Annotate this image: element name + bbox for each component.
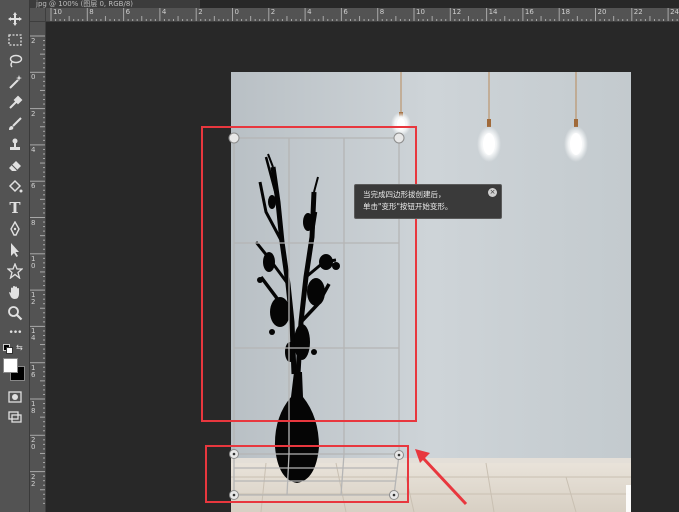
zoom-icon [8,306,23,321]
swap-colors-icon[interactable]: ⇆ [16,343,23,352]
eraser-tool[interactable] [5,157,25,175]
ruler-label: 0 [234,8,239,16]
tooltip-line-2: 单击"变形"按钮开始变形。 [363,202,453,211]
type-icon: T [9,199,21,217]
ruler-label: 8 [379,8,385,16]
tooltip: 当完成四边形拔创建后， 单击"变形"按钮开始变形。 × [354,184,502,219]
ruler-label: 20 [597,8,607,16]
ruler-label: 18 [561,8,571,16]
eraser-icon [9,161,21,171]
ruler-label: 16 [524,8,534,16]
ruler-label: 10 [53,8,62,16]
eyedropper-tool[interactable] [5,94,25,112]
ruler-label: 4 [161,8,167,16]
ruler-label: 1 8 [31,400,36,415]
more-tools[interactable]: ••• [5,324,25,342]
pen-icon [10,221,20,236]
marquee-tool[interactable] [5,31,25,49]
ruler-label: 12 [452,8,462,16]
ruler-label: 4 [307,8,312,16]
close-icon[interactable]: × [488,188,497,197]
canvas-area[interactable]: 当完成四边形拔创建后， 单击"变形"按钮开始变形。 × [46,22,679,512]
ruler-label: 1 6 [31,363,36,379]
type-tool[interactable]: T [5,199,25,217]
pen-tool[interactable] [5,220,25,238]
quick-mask-button[interactable] [5,388,25,406]
ruler-label: 8 [31,218,36,227]
vertical-ruler[interactable]: 2 0 2 4 6 8 1 0 1 2 1 4 1 6 1 8 2 0 2 2 [30,8,46,512]
ruler-label: 6 [343,8,348,16]
ruler-origin[interactable] [30,8,46,22]
stamp-icon [10,138,20,150]
tooltip-line-1: 当完成四边形拔创建后， [363,190,446,199]
ruler-label: 6 [31,182,36,191]
ruler-label: 8 [89,8,94,16]
ruler-label: 1 4 [31,327,36,343]
marquee-icon [8,34,22,46]
ruler-label: 2 0 [31,436,36,452]
brush-icon [9,117,22,130]
screen-mode-icon [8,411,22,423]
ruler-label: 2 [31,109,36,118]
default-colors-icon[interactable] [3,344,13,354]
ruler-label: 24 [670,8,679,16]
highlight-box-bottom [205,445,409,503]
ruler-label: 2 2 [31,472,36,488]
hand-icon [9,286,19,299]
highlight-box-top [201,126,417,422]
arrow-icon [11,243,19,257]
quick-mask-icon [8,391,22,403]
move-icon [8,12,22,26]
zoom-tool[interactable] [5,304,25,322]
eyedropper-icon [9,95,23,109]
horizontal-ruler[interactable]: 10 8 6 4 2 0 2 4 6 8 10 12 14 16 18 20 22 24 [46,8,679,22]
ruler-label: 0 [31,73,36,82]
lasso-icon [9,54,23,68]
shape-icon [7,263,23,279]
hand-tool[interactable] [5,283,25,301]
ruler-label: 1 2 [31,291,36,307]
paint-bucket-icon [8,179,23,193]
magic-wand-icon [9,75,22,89]
document-tab[interactable]: jpg @ 100% (图层 0, RGB/8) [30,0,200,8]
tools-panel: T ••• ⇆ [0,0,30,512]
paint-bucket-tool[interactable] [5,178,25,196]
stamp-tool[interactable] [5,136,25,154]
magic-wand-tool[interactable] [5,73,25,91]
ruler-label: 14 [488,8,498,16]
ruler-label: 1 0 [31,254,36,270]
ruler-label: 10 [416,8,425,16]
ruler-label: 4 [31,145,36,154]
lasso-tool[interactable] [5,52,25,70]
ellipsis-icon: ••• [8,328,23,338]
foreground-color-swatch[interactable] [3,358,18,373]
move-tool[interactable] [5,10,25,28]
custom-shape-tool[interactable] [5,262,25,280]
ruler-label: 6 [125,8,131,16]
ruler-label: 2 [31,37,36,45]
path-selection-tool[interactable] [5,241,25,259]
ruler-label: 2 [198,8,203,16]
screen-mode-button[interactable] [5,408,25,426]
ruler-label: 2 [270,8,276,16]
brush-tool[interactable] [5,115,25,133]
ruler-label: 22 [633,8,643,16]
